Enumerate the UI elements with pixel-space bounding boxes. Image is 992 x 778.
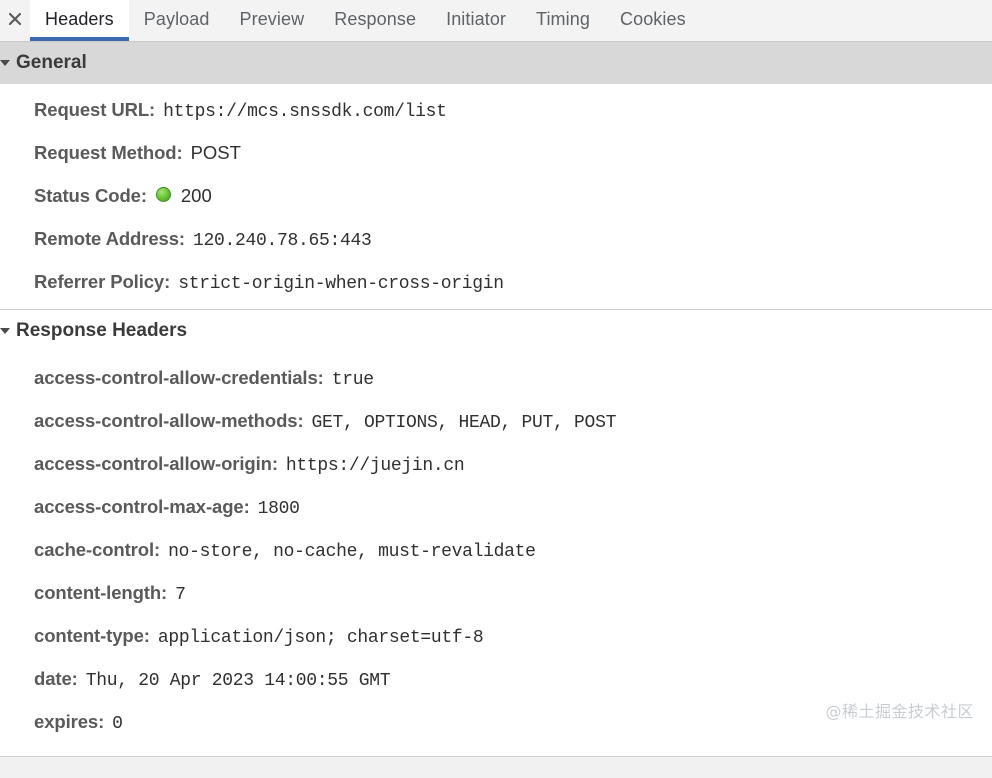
header-row[interactable]: content-type: application/json; charset=u… bbox=[0, 614, 992, 657]
tab-headers[interactable]: Headers bbox=[30, 0, 129, 41]
footer-strip bbox=[0, 756, 992, 778]
header-row[interactable]: access-control-max-age: 1800 bbox=[0, 485, 992, 528]
header-row-value: GET, OPTIONS, HEAD, PUT, POST bbox=[311, 413, 617, 433]
header-row-key: access-control-allow-credentials: bbox=[34, 367, 324, 388]
header-row-key: content-type: bbox=[34, 625, 150, 646]
section-header-general[interactable]: General bbox=[0, 42, 992, 84]
watermark: @稀土掘金技术社区 bbox=[825, 702, 974, 721]
header-row-key: access-control-max-age: bbox=[34, 496, 250, 517]
tab-timing[interactable]: Timing bbox=[521, 0, 605, 41]
header-row-value: true bbox=[331, 370, 374, 390]
header-row[interactable]: Status Code: 200 bbox=[0, 174, 992, 217]
tab-response[interactable]: Response bbox=[319, 0, 431, 41]
header-row-key: date: bbox=[34, 668, 78, 689]
header-row[interactable]: Request Method: POST bbox=[0, 131, 992, 174]
tab-initiator[interactable]: Initiator bbox=[431, 0, 521, 41]
header-row-value: 200 bbox=[180, 185, 212, 206]
header-row-value: application/json; charset=utf-8 bbox=[157, 628, 484, 648]
general-rows: Request URL: https://mcs.snssdk.com/list R… bbox=[0, 84, 992, 309]
header-row-key: Status Code: bbox=[34, 185, 147, 206]
header-row-value: https://mcs.snssdk.com/list bbox=[163, 102, 447, 122]
header-row[interactable]: cache-control: no-store, no-cache, must-r… bbox=[0, 528, 992, 571]
tab-preview[interactable]: Preview bbox=[225, 0, 320, 41]
headers-body: General Request URL: https://mcs.snssdk.c… bbox=[0, 42, 992, 756]
tab-payload[interactable]: Payload bbox=[129, 0, 225, 41]
header-row-key: Referrer Policy: bbox=[34, 271, 171, 292]
header-row-value: https://juejin.cn bbox=[285, 456, 465, 476]
status-ok-dot bbox=[155, 187, 171, 202]
header-row-value: POST bbox=[190, 142, 241, 163]
section-title-general: General bbox=[16, 52, 87, 73]
header-row-value: strict-origin-when-cross-origin bbox=[178, 274, 504, 294]
header-row-value: 120.240.78.65:443 bbox=[193, 231, 372, 251]
header-row[interactable]: content-length: 7 bbox=[0, 571, 992, 614]
header-row-key: Remote Address: bbox=[34, 228, 185, 249]
header-row[interactable]: access-control-allow-credentials: true bbox=[0, 356, 992, 399]
close-icon[interactable] bbox=[0, 0, 30, 41]
tabbar: Headers Payload Preview Response Initiator Ti… bbox=[0, 0, 992, 42]
header-row-key: access-control-allow-origin: bbox=[34, 453, 278, 474]
header-row-value: 0 bbox=[112, 714, 123, 734]
header-row-key: access-control-allow-methods: bbox=[34, 410, 304, 431]
header-row[interactable]: Remote Address: 120.240.78.65:443 bbox=[0, 217, 992, 260]
header-row-key: content-length: bbox=[34, 582, 168, 603]
devtools-network-headers-panel: Headers Payload Preview Response Initiator Ti… bbox=[0, 0, 992, 778]
header-row-value: Thu, 20 Apr 2023 14:00:55 GMT bbox=[85, 671, 391, 691]
section-header-response-headers[interactable]: Response Headers bbox=[0, 310, 992, 352]
header-row-value: 1800 bbox=[257, 499, 300, 519]
header-row-key: expires: bbox=[34, 711, 105, 732]
header-row[interactable]: Referrer Policy: strict-origin-when-cross… bbox=[0, 260, 992, 303]
header-row[interactable]: access-control-allow-methods: GET, OPTION… bbox=[0, 399, 992, 442]
section-title-response-headers: Response Headers bbox=[16, 320, 188, 341]
triangle-down-icon bbox=[0, 327, 12, 335]
header-row-key: cache-control: bbox=[34, 539, 161, 560]
header-row-value: 7 bbox=[175, 585, 186, 605]
triangle-down-icon bbox=[0, 59, 12, 67]
header-row[interactable]: Request URL: https://mcs.snssdk.com/list bbox=[0, 88, 992, 131]
response-headers-rows: access-control-allow-credentials: true acc… bbox=[0, 352, 992, 743]
header-row-value: no-store, no-cache, must-revalidate bbox=[168, 542, 536, 562]
tab-cookies[interactable]: Cookies bbox=[605, 0, 701, 41]
tab-list: Headers Payload Preview Response Initiator Ti… bbox=[30, 0, 701, 41]
header-row-key: Request URL: bbox=[34, 99, 156, 120]
header-row[interactable]: date: Thu, 20 Apr 2023 14:00:55 GMT bbox=[0, 657, 992, 700]
header-row[interactable]: access-control-allow-origin: https://juej… bbox=[0, 442, 992, 485]
header-row-key: Request Method: bbox=[34, 142, 183, 163]
